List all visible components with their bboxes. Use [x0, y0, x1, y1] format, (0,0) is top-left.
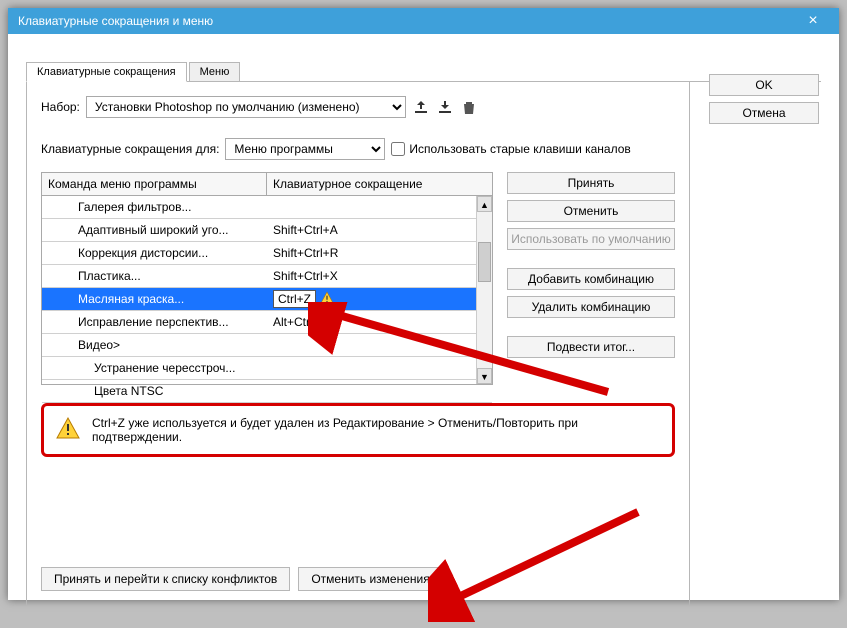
shortcut-cell: Alt+Ctrl+V [267, 315, 492, 329]
cmd-cell: Масляная краска... [42, 292, 267, 306]
for-label: Клавиатурные сокращения для: [41, 142, 219, 156]
table-row[interactable]: Цвета NTSC [42, 380, 492, 403]
tab-menus[interactable]: Меню [189, 62, 241, 81]
set-label: Набор: [41, 100, 80, 114]
undo-button[interactable]: Отменить [507, 200, 675, 222]
shortcut-cell: Shift+Ctrl+R [267, 246, 492, 260]
scroll-thumb[interactable] [478, 242, 491, 282]
table-row[interactable]: Масляная краска... Ctrl+Z [42, 288, 492, 311]
cmd-cell: Устранение чересстроч... [42, 361, 267, 375]
cmd-cell: Исправление перспектив... [42, 315, 267, 329]
table-body: Галерея фильтров... Адаптивный широкий уг… [42, 196, 492, 384]
table-row[interactable]: Пластика...Shift+Ctrl+X [42, 265, 492, 288]
accept-conflicts-button[interactable]: Принять и перейти к списку конфликтов [41, 567, 290, 591]
col-command: Команда меню программы [42, 173, 267, 195]
for-combo[interactable]: Меню программы [225, 138, 385, 160]
cancel-button[interactable]: Отмена [709, 102, 819, 124]
shortcut-cell: Ctrl+Z [267, 290, 492, 308]
tab-bar: Клавиатурные сокращения Меню [26, 62, 821, 82]
side-buttons: Принять Отменить Использовать по умолчан… [507, 172, 675, 358]
warning-box: Ctrl+Z уже используется и будет удален и… [41, 403, 675, 457]
cmd-cell: Коррекция дисторсии... [42, 246, 267, 260]
legacy-checkbox-label: Использовать старые клавиши каналов [409, 142, 630, 156]
legacy-checkbox[interactable]: Использовать старые клавиши каналов [391, 142, 630, 156]
add-shortcut-button[interactable]: Добавить комбинацию [507, 268, 675, 290]
use-default-button[interactable]: Использовать по умолчанию [507, 228, 675, 250]
table-row[interactable]: Видео> [42, 334, 492, 357]
set-combo[interactable]: Установки Photoshop по умолчанию (измене… [86, 96, 406, 118]
accept-button[interactable]: Принять [507, 172, 675, 194]
table-row[interactable]: Коррекция дисторсии...Shift+Ctrl+R [42, 242, 492, 265]
delete-set-icon[interactable] [460, 98, 478, 116]
shortcut-cell: Shift+Ctrl+A [267, 223, 492, 237]
window-title: Клавиатурные сокращения и меню [18, 14, 213, 28]
shortcut-cell: Shift+Ctrl+X [267, 269, 492, 283]
cancel-changes-button[interactable]: Отменить изменения [298, 567, 442, 591]
table-row[interactable]: Устранение чересстроч... [42, 357, 492, 380]
warning-text: Ctrl+Z уже используется и будет удален и… [92, 416, 660, 444]
summarize-button[interactable]: Подвести итог... [507, 336, 675, 358]
shortcuts-table: Команда меню программы Клавиатурное сокр… [41, 172, 493, 385]
scroll-up-icon[interactable]: ▲ [477, 196, 492, 212]
titlebar: Клавиатурные сокращения и меню × [8, 8, 839, 34]
shortcut-input[interactable]: Ctrl+Z [273, 290, 316, 308]
main-panel: Набор: Установки Photoshop по умолчанию … [26, 82, 690, 606]
col-shortcut: Клавиатурное сокращение [267, 173, 492, 195]
scrollbar[interactable]: ▲ ▼ [476, 196, 492, 384]
cmd-cell: Адаптивный широкий уго... [42, 223, 267, 237]
ok-cancel-panel: OK Отмена [709, 74, 819, 124]
load-set-icon[interactable] [436, 98, 454, 116]
warning-icon [320, 291, 334, 308]
table-row[interactable]: Адаптивный широкий уго...Shift+Ctrl+A [42, 219, 492, 242]
cmd-cell: Пластика... [42, 269, 267, 283]
scroll-down-icon[interactable]: ▼ [477, 368, 492, 384]
warning-icon [56, 416, 80, 443]
cmd-cell: Цвета NTSC [42, 384, 267, 398]
legacy-checkbox-input[interactable] [391, 142, 405, 156]
cmd-cell: Видео> [42, 338, 267, 352]
table-row[interactable]: Исправление перспектив...Alt+Ctrl+V [42, 311, 492, 334]
close-icon[interactable]: × [793, 13, 833, 29]
ok-button[interactable]: OK [709, 74, 819, 96]
cmd-cell: Галерея фильтров... [42, 200, 267, 214]
dialog-window: Клавиатурные сокращения и меню × OK Отме… [8, 8, 839, 600]
tab-shortcuts[interactable]: Клавиатурные сокращения [26, 62, 187, 82]
save-set-icon[interactable] [412, 98, 430, 116]
delete-shortcut-button[interactable]: Удалить комбинацию [507, 296, 675, 318]
table-row[interactable]: Галерея фильтров... [42, 196, 492, 219]
